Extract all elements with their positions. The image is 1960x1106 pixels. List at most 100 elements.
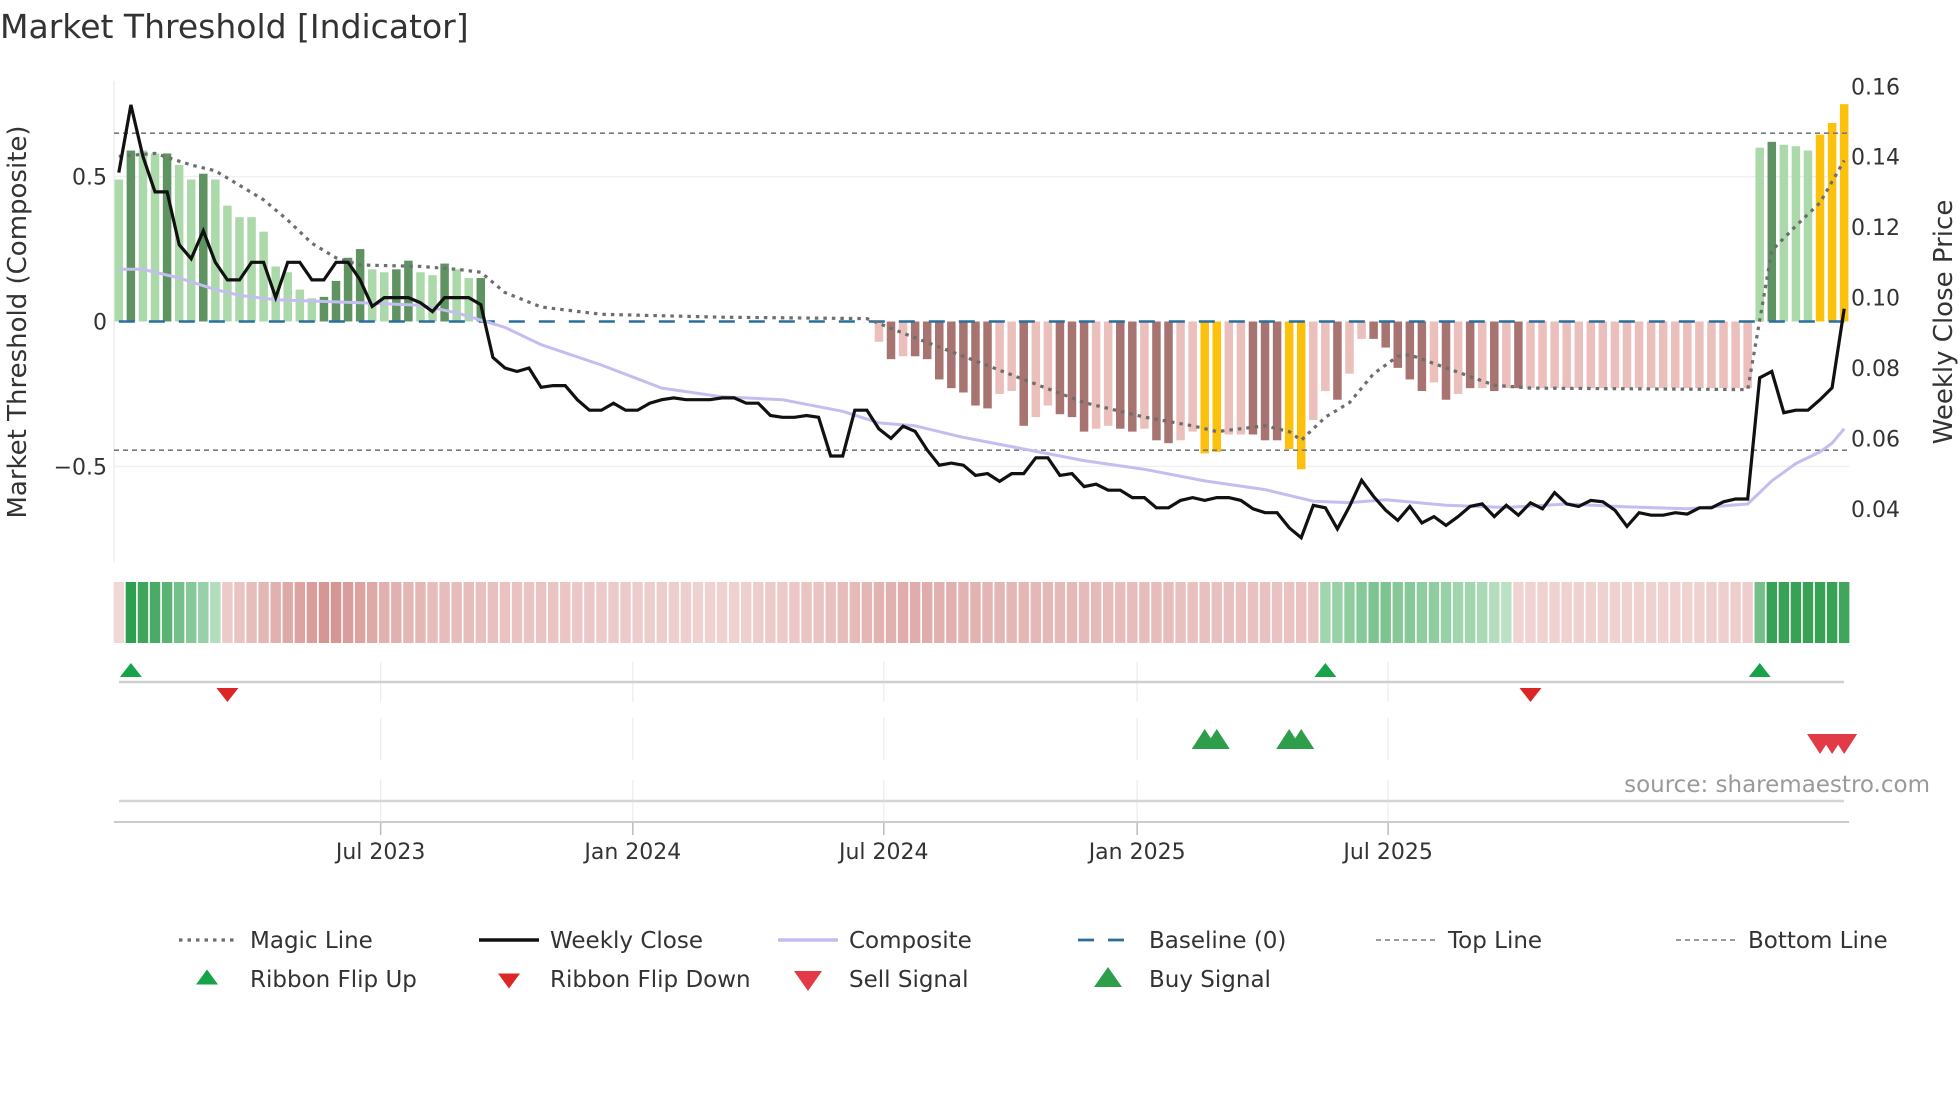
legend-label: Baseline (0): [1149, 928, 1286, 954]
ribbon-cell: [366, 582, 378, 643]
weekly-close-line: [117, 104, 1846, 541]
ribbon-cell: [186, 582, 197, 643]
ribbon-cell: [584, 582, 595, 643]
composite-bar: [1574, 321, 1583, 389]
ribbon-cell: [1633, 582, 1645, 643]
composite-bar: [1007, 321, 1016, 392]
ribbon-cell: [149, 582, 161, 643]
ribbon-cell: [1706, 582, 1717, 643]
composite-bar: [404, 260, 413, 322]
ribbon-cell: [1670, 582, 1681, 643]
legend-label: Buy Signal: [1149, 967, 1271, 993]
ribbon-cell: [1042, 582, 1054, 643]
ribbon-flip-down-marker: [216, 688, 239, 702]
x-tick-label: Jan 2025: [1087, 840, 1186, 865]
composite-bar: [199, 173, 208, 322]
composite-bar: [1309, 321, 1318, 421]
composite-bar: [1490, 321, 1499, 392]
ribbon-cell: [342, 582, 354, 643]
ribbon-cell: [1537, 582, 1548, 643]
right-tick-label: 0.08: [1851, 357, 1900, 382]
ribbon-cell: [125, 582, 137, 643]
composite-bar: [1839, 104, 1849, 322]
ribbon-cell: [1030, 582, 1041, 643]
ribbon-cell: [1139, 582, 1150, 643]
ribbon-cell: [680, 582, 692, 643]
source-credit: source: sharemaestro.com: [1624, 772, 1930, 798]
ribbon-cell: [765, 582, 776, 643]
legend-label: Bottom Line: [1748, 928, 1888, 954]
composite-bar: [1731, 321, 1740, 389]
ribbon-cell: [934, 582, 945, 643]
composite-bar: [1236, 321, 1246, 435]
composite-bar: [1296, 321, 1306, 470]
ribbon-cell: [1320, 582, 1331, 643]
ribbon-cell: [1223, 582, 1235, 643]
ribbon-cell: [1380, 582, 1391, 643]
ribbon-cell: [849, 582, 861, 643]
ribbon-cell: [1657, 582, 1669, 643]
ribbon-cell: [1826, 582, 1838, 643]
ribbon-cell: [668, 582, 680, 643]
composite-bar: [1707, 321, 1716, 389]
composite-bar: [416, 272, 425, 322]
composite-bar: [440, 263, 449, 322]
x-tick-label: Jul 2024: [837, 840, 929, 865]
ribbon-cell: [1356, 582, 1367, 643]
composite-bar: [1767, 141, 1777, 322]
legend-symbol-ribbon-flip-down: [498, 973, 520, 989]
ribbon-cell: [1814, 582, 1826, 643]
composite-bar: [235, 217, 244, 322]
composite-bar: [1200, 321, 1209, 454]
legend-symbol-sell-signal: [794, 971, 822, 991]
ribbon-cell: [1645, 582, 1657, 643]
ribbon-cell: [704, 582, 716, 643]
left-tick-label: 0.5: [72, 166, 107, 191]
ribbon-flip-up-marker: [119, 663, 142, 677]
ribbon-cell: [270, 582, 281, 643]
ribbon-cell: [1742, 582, 1753, 643]
ribbon-cell: [1054, 582, 1066, 643]
ribbon-cell: [403, 582, 414, 643]
x-tick-label: Jul 2025: [1341, 840, 1433, 865]
ribbon-cell: [1501, 582, 1512, 643]
ribbon-cell: [1368, 582, 1379, 643]
ribbon-cell: [1452, 582, 1464, 643]
ribbon-cell: [572, 582, 583, 643]
composite-bar: [947, 321, 956, 389]
composite-bar: [1103, 321, 1113, 426]
ribbon-cell: [475, 582, 486, 643]
ribbon-cell: [1259, 582, 1271, 643]
right-tick-label: 0.12: [1851, 216, 1900, 241]
ribbon-cell: [1609, 582, 1621, 643]
composite-bar: [1695, 321, 1704, 389]
ribbon-cell: [1308, 582, 1319, 643]
ribbon-cell: [632, 582, 643, 643]
legend-symbol-ribbon-flip-up: [196, 969, 218, 985]
ribbon-cell: [608, 582, 619, 643]
ribbon-cell: [994, 582, 1005, 643]
composite-bar: [1634, 321, 1644, 389]
ribbon-cell: [825, 582, 836, 643]
composite-bar: [1079, 321, 1089, 432]
ribbon-cell: [1102, 582, 1114, 643]
ribbon-cell: [1694, 582, 1705, 643]
ribbon-cell: [1464, 582, 1476, 643]
ribbon-cell: [282, 582, 293, 643]
composite-bar: [1658, 321, 1668, 389]
ribbon-cell: [137, 582, 149, 643]
ribbon-cell: [1802, 582, 1814, 643]
ribbon-cell: [1778, 582, 1790, 643]
ribbon-cell: [644, 582, 655, 643]
ribbon-cell: [1211, 582, 1222, 643]
market-threshold-chart: Market Threshold [Indicator] Market Thre…: [0, 7, 1959, 993]
ribbon-cell: [1296, 582, 1307, 643]
composite-bar: [428, 275, 437, 322]
composite-bar: [1827, 123, 1837, 322]
composite-bar: [392, 269, 401, 322]
legend-label: Ribbon Flip Up: [250, 967, 417, 993]
right-tick-label: 0.14: [1851, 146, 1900, 171]
composite-bar: [1441, 321, 1451, 400]
right-tick-label: 0.06: [1851, 427, 1900, 452]
composite-bar: [1562, 321, 1571, 389]
